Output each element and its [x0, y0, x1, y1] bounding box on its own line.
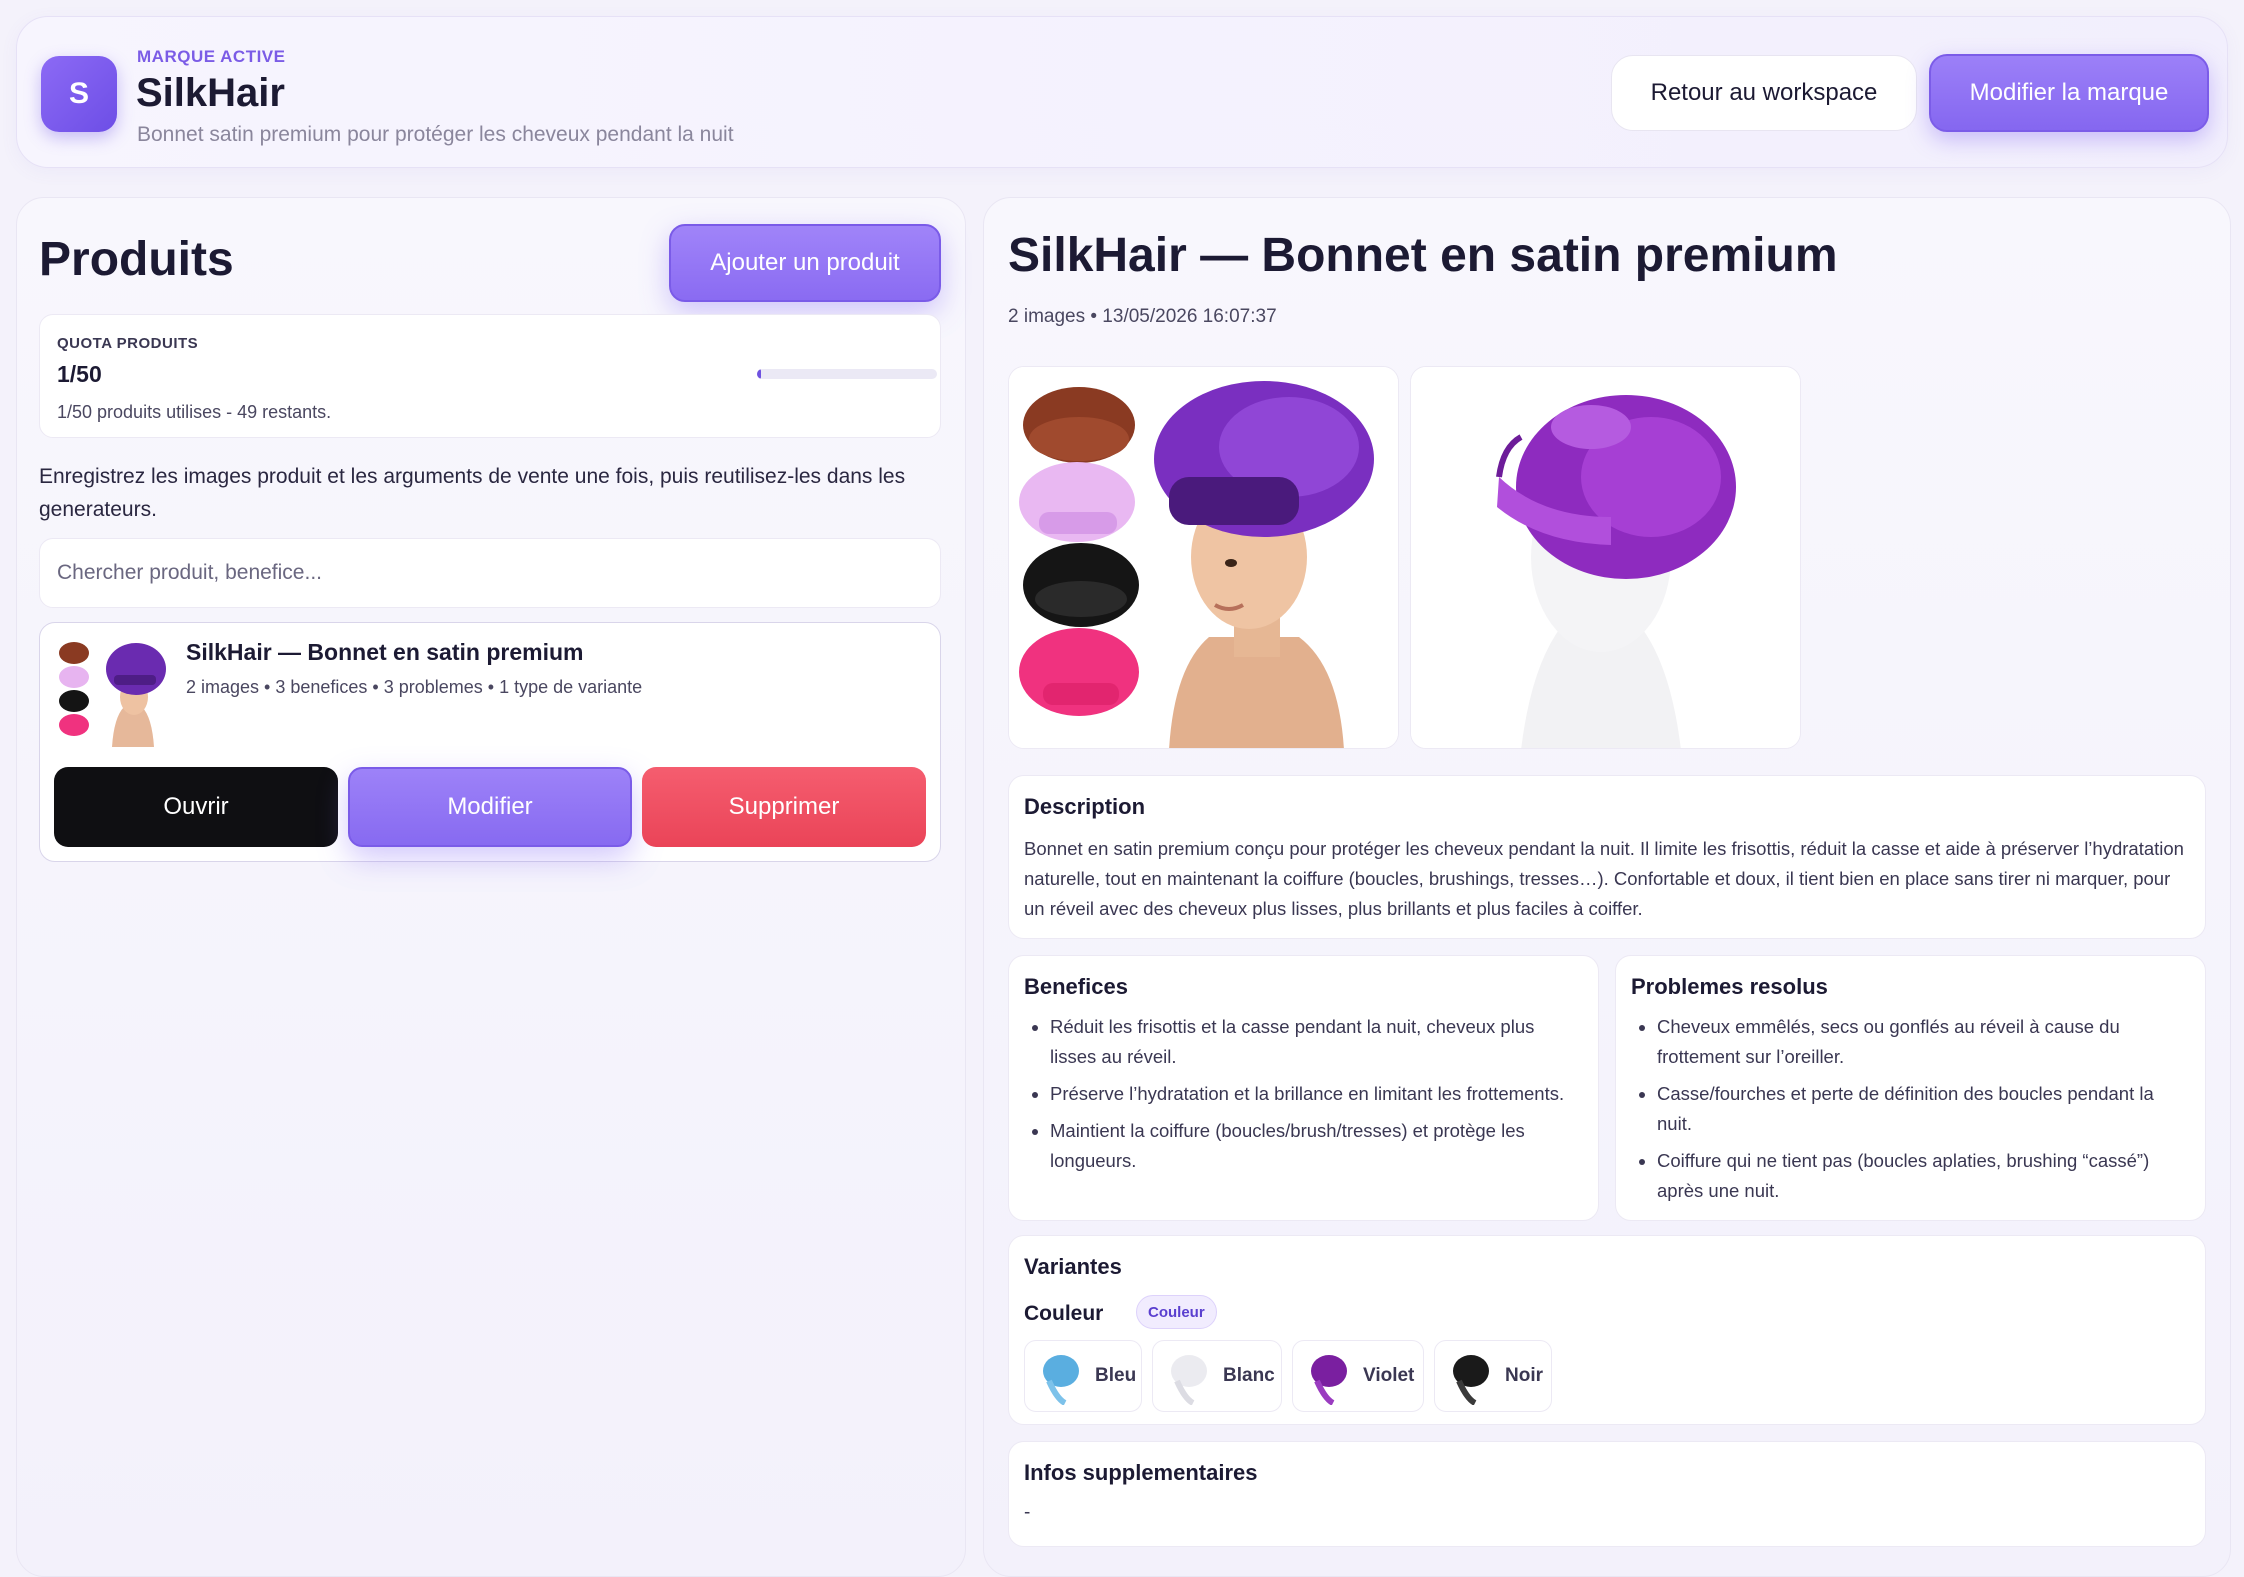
extra-info-title: Infos supplementaires: [1024, 1460, 1258, 1485]
product-detail-panel: SilkHair — Bonnet en satin premium 2 ima…: [983, 197, 2231, 1577]
quota-text: 1/50 produits utilises - 49 restants.: [57, 402, 332, 422]
benefit-item: Maintient la coiffure (boucles/brush/tre…: [1050, 1116, 1584, 1176]
variant-chip-label: Bleu: [1095, 1365, 1137, 1386]
variant-chip-violet[interactable]: Violet: [1292, 1340, 1424, 1412]
variant-chip-noir[interactable]: Noir: [1434, 1340, 1552, 1412]
brand-kicker: MARQUE ACTIVE: [137, 47, 286, 66]
product-card-meta: 2 images • 3 benefices • 3 problemes • 1…: [186, 677, 643, 697]
variant-type-badge: Couleur: [1136, 1295, 1217, 1329]
delete-product-button[interactable]: Supprimer: [642, 767, 926, 847]
quota-progress-fill: [757, 369, 761, 379]
problems-section: Problemes resolus Cheveux emmêlés, secs …: [1615, 955, 2206, 1221]
cap-swatch-icon: [1311, 1355, 1347, 1405]
add-product-button[interactable]: Ajouter un produit: [669, 224, 941, 302]
quota-card: QUOTA PRODUITS 1/50 1/50 produits utilis…: [39, 314, 941, 438]
quota-value: 1/50: [57, 361, 102, 387]
benefits-title: Benefices: [1024, 974, 1128, 999]
product-search-input[interactable]: [39, 538, 941, 608]
back-to-workspace-button[interactable]: Retour au workspace: [1611, 55, 1917, 131]
variant-chip-label: Violet: [1363, 1365, 1415, 1386]
brand-avatar: S: [41, 56, 117, 132]
problems-title: Problemes resolus: [1631, 974, 1828, 999]
variant-chip-label: Blanc: [1223, 1365, 1275, 1386]
product-card-title: SilkHair — Bonnet en satin premium: [186, 639, 584, 665]
products-panel: Produits Ajouter un produit QUOTA PRODUI…: [16, 197, 966, 1577]
quota-progress-bar: [757, 369, 937, 379]
product-detail-title: SilkHair — Bonnet en satin premium: [1008, 229, 1838, 282]
problem-item: Cheveux emmêlés, secs ou gonflés au réve…: [1657, 1012, 2191, 1072]
problem-item: Coiffure qui ne tient pas (boucles aplat…: [1657, 1146, 2191, 1206]
cap-swatch-icon: [1043, 1355, 1079, 1405]
extra-info-value: -: [1024, 1502, 1031, 1523]
products-title: Produits: [39, 233, 234, 286]
edit-brand-button[interactable]: Modifier la marque: [1929, 54, 2209, 132]
brand-name: SilkHair: [136, 71, 285, 115]
variant-chip-blanc[interactable]: Blanc: [1152, 1340, 1282, 1412]
benefit-item: Réduit les frisottis et la casse pendant…: [1050, 1012, 1584, 1072]
brand-header: S MARQUE ACTIVE SilkHair Bonnet satin pr…: [16, 16, 2228, 168]
product-image-2[interactable]: [1410, 366, 1801, 749]
product-card[interactable]: SilkHair — Bonnet en satin premium 2 ima…: [39, 622, 941, 862]
variant-chip-bleu[interactable]: Bleu: [1024, 1340, 1142, 1412]
description-text: Bonnet en satin premium conçu pour proté…: [1024, 838, 2184, 919]
product-thumbnail: [54, 637, 172, 755]
benefit-item: Préserve l’hydratation et la brillance e…: [1050, 1079, 1584, 1109]
variant-group-name: Couleur: [1024, 1302, 1104, 1325]
variants-section: Variantes Couleur Couleur Bleu Blanc Vio…: [1008, 1235, 2206, 1425]
edit-product-button[interactable]: Modifier: [348, 767, 632, 847]
cap-swatch-icon: [1453, 1355, 1489, 1405]
product-detail-meta: 2 images • 13/05/2026 16:07:37: [1008, 306, 1277, 327]
cap-swatch-icon: [1171, 1355, 1207, 1405]
variant-chip-label: Noir: [1505, 1365, 1543, 1386]
problem-item: Casse/fourches et perte de définition de…: [1657, 1079, 2191, 1139]
variants-title: Variantes: [1024, 1254, 1122, 1279]
description-section: Description Bonnet en satin premium conç…: [1008, 775, 2206, 939]
benefits-section: Benefices Réduit les frisottis et la cas…: [1008, 955, 1599, 1221]
description-title: Description: [1024, 794, 1146, 819]
extra-info-section: Infos supplementaires -: [1008, 1441, 2206, 1547]
quota-label: QUOTA PRODUITS: [57, 335, 199, 352]
brand-tagline: Bonnet satin premium pour protéger les c…: [137, 123, 734, 146]
products-intro: Enregistrez les images produit et les ar…: [39, 465, 906, 521]
product-image-1[interactable]: [1008, 366, 1399, 749]
open-product-button[interactable]: Ouvrir: [54, 767, 338, 847]
